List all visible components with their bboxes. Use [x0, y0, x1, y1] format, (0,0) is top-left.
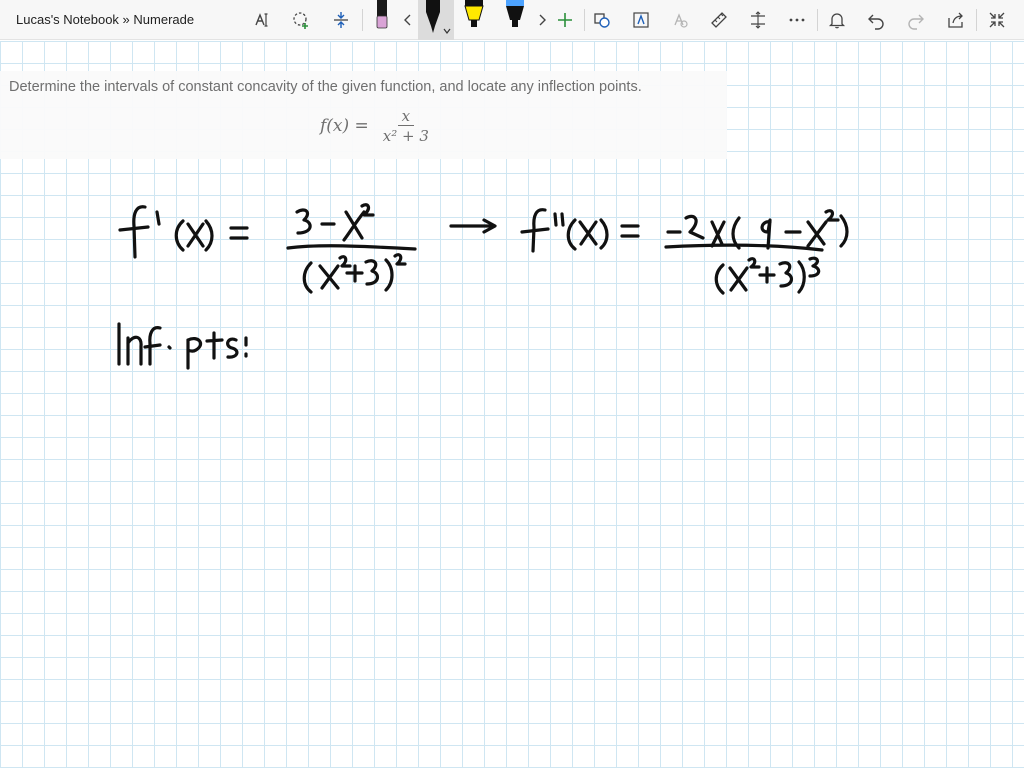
insert-space-icon[interactable]	[744, 6, 772, 34]
more-icon[interactable]	[783, 6, 811, 34]
ink-to-math-icon[interactable]	[666, 6, 694, 34]
notifications-icon[interactable]	[823, 6, 851, 34]
ink-to-text-icon[interactable]	[627, 6, 655, 34]
ink-arrow[interactable]	[449, 218, 497, 234]
pen-black-icon[interactable]	[418, 0, 454, 40]
toolbar: Lucas's Notebook » Numerade	[0, 0, 1024, 40]
ink-layer[interactable]	[0, 41, 1024, 768]
highlighter-yellow-icon[interactable]	[458, 0, 490, 40]
add-space-icon[interactable]	[327, 6, 355, 34]
fullscreen-icon[interactable]	[983, 6, 1011, 34]
toolbar-divider	[362, 9, 363, 31]
ink-second-derivative-lhs[interactable]	[520, 208, 640, 253]
ink-inflection-points-label[interactable]	[117, 322, 248, 370]
ink-first-derivative-lhs[interactable]	[118, 205, 249, 259]
text-select-icon[interactable]	[248, 6, 276, 34]
add-pen-icon[interactable]	[551, 6, 579, 34]
eraser-icon[interactable]	[366, 0, 398, 40]
notebook-canvas[interactable]: Determine the intervals of constant conc…	[0, 41, 1024, 768]
ink-second-derivative-fraction[interactable]	[664, 209, 849, 295]
scroll-left-icon[interactable]	[396, 6, 420, 34]
ruler-icon[interactable]	[705, 6, 733, 34]
window-title: Lucas's Notebook » Numerade	[16, 12, 195, 27]
toolbar-divider	[817, 9, 818, 31]
share-icon[interactable]	[942, 6, 970, 34]
redo-icon[interactable]	[902, 6, 930, 34]
lasso-select-icon[interactable]	[287, 6, 315, 34]
undo-icon[interactable]	[862, 6, 890, 34]
ink-first-derivative-fraction[interactable]	[286, 203, 417, 294]
toolbar-divider	[976, 9, 977, 31]
ink-to-shape-icon[interactable]	[588, 6, 616, 34]
toolbar-divider	[584, 9, 585, 31]
highlighter-blue-icon[interactable]	[499, 0, 531, 40]
